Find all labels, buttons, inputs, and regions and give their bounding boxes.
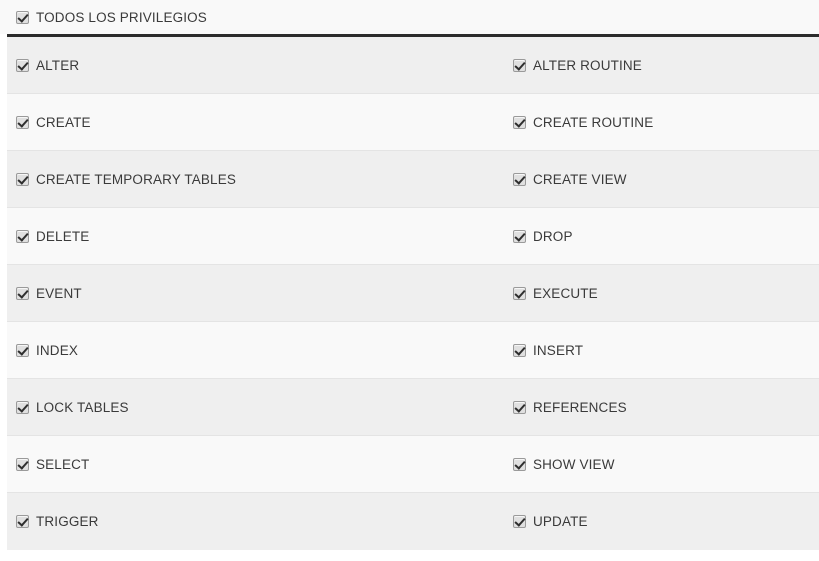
privilege-toggle[interactable]: REFERENCES bbox=[513, 379, 813, 436]
checkbox-checked-icon[interactable] bbox=[513, 230, 526, 243]
checkbox-checked-icon[interactable] bbox=[16, 173, 29, 186]
privilege-toggle[interactable]: DROP bbox=[513, 208, 813, 265]
privileges-table: TODOS LOS PRIVILEGIOS ALTER ALTER ROUTINE… bbox=[7, 0, 819, 550]
privilege-toggle[interactable]: CREATE bbox=[16, 94, 506, 151]
privileges-row-list: ALTER ALTER ROUTINE CREATE CREATE ROUTINE CR… bbox=[7, 37, 819, 550]
checkbox-checked-icon[interactable] bbox=[16, 458, 29, 471]
privilege-toggle[interactable]: INSERT bbox=[513, 322, 813, 379]
checkbox-checked-icon[interactable] bbox=[16, 344, 29, 357]
all-privileges-header-row: TODOS LOS PRIVILEGIOS bbox=[7, 0, 819, 37]
checkbox-checked-icon[interactable] bbox=[513, 515, 526, 528]
privilege-label: CREATE TEMPORARY TABLES bbox=[36, 172, 237, 187]
privilege-label: DROP bbox=[533, 229, 573, 244]
checkbox-checked-icon[interactable] bbox=[513, 344, 526, 357]
privilege-toggle[interactable]: EXECUTE bbox=[513, 265, 813, 322]
privilege-label: EXECUTE bbox=[533, 286, 598, 301]
checkbox-checked-icon[interactable] bbox=[16, 116, 29, 129]
all-privileges-toggle[interactable]: TODOS LOS PRIVILEGIOS bbox=[16, 0, 207, 34]
privilege-toggle[interactable]: ALTER ROUTINE bbox=[513, 37, 813, 94]
privilege-label: ALTER ROUTINE bbox=[533, 58, 642, 73]
table-row: CREATE TEMPORARY TABLES CREATE VIEW bbox=[7, 151, 819, 208]
privilege-label: TRIGGER bbox=[36, 514, 99, 529]
privilege-label: EVENT bbox=[36, 286, 82, 301]
privilege-toggle[interactable]: SELECT bbox=[16, 436, 506, 493]
privilege-label: CREATE bbox=[36, 115, 91, 130]
privilege-toggle[interactable]: SHOW VIEW bbox=[513, 436, 813, 493]
checkbox-checked-icon[interactable] bbox=[513, 401, 526, 414]
checkbox-checked-icon[interactable] bbox=[16, 59, 29, 72]
privilege-label: UPDATE bbox=[533, 514, 588, 529]
privilege-toggle[interactable]: TRIGGER bbox=[16, 493, 506, 550]
checkbox-checked-icon[interactable] bbox=[16, 10, 29, 24]
table-row: ALTER ALTER ROUTINE bbox=[7, 37, 819, 94]
checkbox-checked-icon[interactable] bbox=[513, 116, 526, 129]
all-privileges-label: TODOS LOS PRIVILEGIOS bbox=[36, 9, 207, 25]
privilege-toggle[interactable]: INDEX bbox=[16, 322, 506, 379]
table-row: LOCK TABLES REFERENCES bbox=[7, 379, 819, 436]
checkbox-checked-icon[interactable] bbox=[16, 401, 29, 414]
table-row: CREATE CREATE ROUTINE bbox=[7, 94, 819, 151]
privilege-label: SHOW VIEW bbox=[533, 457, 615, 472]
checkbox-checked-icon[interactable] bbox=[16, 230, 29, 243]
checkbox-checked-icon[interactable] bbox=[513, 173, 526, 186]
privilege-label: CREATE ROUTINE bbox=[533, 115, 654, 130]
privilege-label: DELETE bbox=[36, 229, 90, 244]
privilege-label: ALTER bbox=[36, 58, 80, 73]
checkbox-checked-icon[interactable] bbox=[16, 287, 29, 300]
privilege-toggle[interactable]: EVENT bbox=[16, 265, 506, 322]
privilege-toggle[interactable]: UPDATE bbox=[513, 493, 813, 550]
table-row: DELETE DROP bbox=[7, 208, 819, 265]
privilege-toggle[interactable]: CREATE ROUTINE bbox=[513, 94, 813, 151]
checkbox-checked-icon[interactable] bbox=[513, 287, 526, 300]
table-row: SELECT SHOW VIEW bbox=[7, 436, 819, 493]
privilege-toggle[interactable]: DELETE bbox=[16, 208, 506, 265]
privilege-label: INSERT bbox=[533, 343, 584, 358]
checkbox-checked-icon[interactable] bbox=[513, 458, 526, 471]
privilege-toggle[interactable]: LOCK TABLES bbox=[16, 379, 506, 436]
checkbox-checked-icon[interactable] bbox=[513, 59, 526, 72]
privilege-toggle[interactable]: CREATE TEMPORARY TABLES bbox=[16, 151, 506, 208]
privilege-toggle[interactable]: CREATE VIEW bbox=[513, 151, 813, 208]
table-row: TRIGGER UPDATE bbox=[7, 493, 819, 550]
privilege-label: INDEX bbox=[36, 343, 79, 358]
table-row: INDEX INSERT bbox=[7, 322, 819, 379]
checkbox-checked-icon[interactable] bbox=[16, 515, 29, 528]
privilege-label: LOCK TABLES bbox=[36, 400, 129, 415]
privilege-label: CREATE VIEW bbox=[533, 172, 627, 187]
privilege-label: SELECT bbox=[36, 457, 90, 472]
privilege-toggle[interactable]: ALTER bbox=[16, 37, 506, 94]
privileges-panel: TODOS LOS PRIVILEGIOS ALTER ALTER ROUTINE… bbox=[0, 0, 819, 561]
table-row: EVENT EXECUTE bbox=[7, 265, 819, 322]
privilege-label: REFERENCES bbox=[533, 400, 627, 415]
